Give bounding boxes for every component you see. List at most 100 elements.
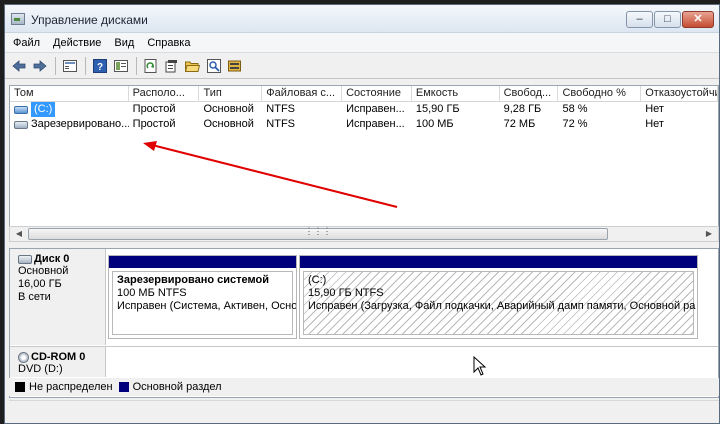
grip-icon: ⋮⋮⋮	[304, 226, 332, 236]
partition-body: (C:) 15,90 ГБ NTFS Исправен (Загрузка, Ф…	[303, 271, 696, 335]
volume-icon	[14, 105, 28, 114]
refresh-icon[interactable]	[141, 56, 160, 75]
legend-unallocated: Не распределен	[29, 381, 113, 393]
partition-status: Исправен (Система, Активен, Осно	[117, 300, 297, 312]
rescan-icon[interactable]	[162, 56, 181, 75]
primary-partition-swatch	[118, 382, 129, 392]
column-header-filesystem[interactable]: Файловая с...	[262, 86, 343, 102]
partition-status: Исправен (Загрузка, Файл подкачки, Авари…	[308, 300, 696, 312]
disk-0-size: 16,00 ГБ	[18, 278, 62, 290]
volume-name: Зарезервировано...	[31, 118, 129, 130]
type-cell: Основной	[203, 103, 254, 115]
partition-body: Зарезервировано системой 100 МБ NTFS Исп…	[112, 271, 297, 335]
column-header-free-space[interactable]: Свобод...	[500, 86, 559, 102]
cd-drive-icon	[18, 351, 29, 363]
toolbar-separator	[136, 56, 137, 75]
free-space-cell: 9,28 ГБ	[503, 103, 542, 115]
toolbar-separator	[55, 56, 56, 75]
filesystem-cell: NTFS	[266, 103, 296, 115]
partition-bar	[109, 256, 296, 268]
disk-management-app-icon	[11, 13, 25, 25]
toolbar: ?	[5, 53, 719, 79]
close-button[interactable]: ✕	[682, 11, 714, 28]
menu-action[interactable]: Действие	[53, 37, 101, 49]
forward-arrow-icon[interactable]	[30, 56, 49, 75]
volume-list: Том Располо... Тип Файловая с... Состоян…	[9, 85, 719, 242]
volume-cell: Зарезервировано...	[10, 117, 129, 132]
close-icon: ✕	[693, 13, 703, 25]
column-header-layout[interactable]: Располо...	[129, 86, 200, 102]
scrollbar-thumb[interactable]: ⋮⋮⋮	[28, 226, 608, 240]
toolbar-separator	[85, 56, 86, 75]
status-cell: Исправен...	[346, 103, 405, 115]
partition-system-reserved[interactable]: Зарезервировано системой 100 МБ NTFS Исп…	[108, 255, 297, 339]
open-folder-icon[interactable]	[183, 56, 202, 75]
menu-help[interactable]: Справка	[147, 37, 190, 49]
volume-list-header: Том Располо... Тип Файловая с... Состоян…	[10, 86, 718, 102]
table-row[interactable]: (C:) Простой Основной NTFS Исправен... 1…	[10, 102, 718, 117]
minimize-icon: –	[636, 13, 643, 25]
fault-tolerance-cell: Нет	[645, 103, 664, 115]
scroll-left-icon[interactable]: ◀	[11, 227, 27, 241]
type-cell: Основной	[203, 118, 254, 130]
status-bar	[9, 400, 719, 420]
disk-0-status: В сети	[18, 291, 51, 303]
column-header-capacity[interactable]: Емкость	[412, 86, 500, 102]
partition-bar	[300, 256, 697, 268]
partition-name: Зарезервировано системой	[117, 274, 269, 286]
back-arrow-icon[interactable]	[9, 56, 28, 75]
volume-cell: (C:)	[10, 102, 129, 117]
window-controls: – □ ✕	[626, 11, 714, 28]
fault-tolerance-cell: Нет	[645, 118, 664, 130]
legend-primary-partition: Основной раздел	[132, 381, 222, 393]
cdrom-0-row: CD-ROM 0 DVD (D:)	[10, 346, 718, 377]
help-icon[interactable]: ?	[90, 56, 109, 75]
disk-0-title-block: Диск 0	[18, 253, 105, 265]
disk-management-window: Управление дисками – □ ✕ Файл Действие В…	[4, 4, 720, 424]
cdrom-0-drive: DVD (D:)	[18, 363, 63, 375]
unallocated-swatch	[15, 382, 25, 392]
free-space-cell: 72 МБ	[503, 118, 536, 130]
status-cell: Исправен...	[346, 118, 405, 130]
column-header-type[interactable]: Тип	[199, 86, 263, 102]
column-header-free-percent[interactable]: Свободно %	[558, 86, 642, 102]
list-view-icon[interactable]	[60, 56, 79, 75]
maximize-icon: □	[664, 13, 671, 25]
hard-drive-icon	[18, 254, 32, 264]
volume-name: (C:)	[31, 102, 56, 117]
free-percent-cell: 72 %	[562, 118, 588, 130]
capacity-cell: 100 МБ	[415, 118, 454, 130]
window-title: Управление дисками	[31, 13, 148, 27]
properties-icon[interactable]	[111, 56, 130, 75]
partition-name: (C:)	[308, 274, 327, 286]
menu-view[interactable]: Вид	[114, 37, 134, 49]
column-header-status[interactable]: Состояние	[342, 86, 412, 102]
disk-graphical-view: Диск 0 Основной 16,00 ГБ В сети Зарезерв…	[9, 248, 719, 398]
partition-size: 100 МБ NTFS	[117, 287, 187, 299]
legend: Не распределен Основной раздел	[9, 378, 719, 396]
volume-icon	[14, 120, 28, 129]
disk-0-title: Диск 0	[34, 253, 70, 265]
column-header-volume[interactable]: Том	[10, 86, 129, 102]
cdrom-0-info[interactable]: CD-ROM 0 DVD (D:)	[10, 347, 106, 377]
search-icon[interactable]	[204, 56, 223, 75]
menu-file[interactable]: Файл	[13, 37, 40, 49]
capacity-cell: 15,90 ГБ	[415, 103, 460, 115]
table-row[interactable]: Зарезервировано... Простой Основной NTFS…	[10, 117, 718, 132]
minimize-button[interactable]: –	[626, 11, 653, 28]
disk-0-type: Основной	[18, 265, 69, 277]
settings-icon[interactable]	[225, 56, 244, 75]
partition-c-drive[interactable]: (C:) 15,90 ГБ NTFS Исправен (Загрузка, Ф…	[299, 255, 698, 339]
partition-size: 15,90 ГБ NTFS	[308, 287, 384, 299]
disk-0-row: Диск 0 Основной 16,00 ГБ В сети Зарезерв…	[10, 249, 718, 345]
horizontal-scrollbar[interactable]: ◀ ⋮⋮⋮ ▶	[9, 226, 719, 242]
disk-0-info[interactable]: Диск 0 Основной 16,00 ГБ В сети	[10, 249, 106, 345]
maximize-button[interactable]: □	[654, 11, 681, 28]
scroll-right-icon[interactable]: ▶	[701, 227, 717, 241]
title-bar[interactable]: Управление дисками – □ ✕	[5, 5, 719, 33]
cdrom-0-title-block: CD-ROM 0	[18, 351, 105, 363]
menu-bar: Файл Действие Вид Справка	[5, 33, 719, 53]
free-percent-cell: 58 %	[562, 103, 588, 115]
column-header-fault-tolerance[interactable]: Отказоустойчиво	[641, 86, 718, 102]
svg-text:?: ?	[96, 62, 102, 73]
